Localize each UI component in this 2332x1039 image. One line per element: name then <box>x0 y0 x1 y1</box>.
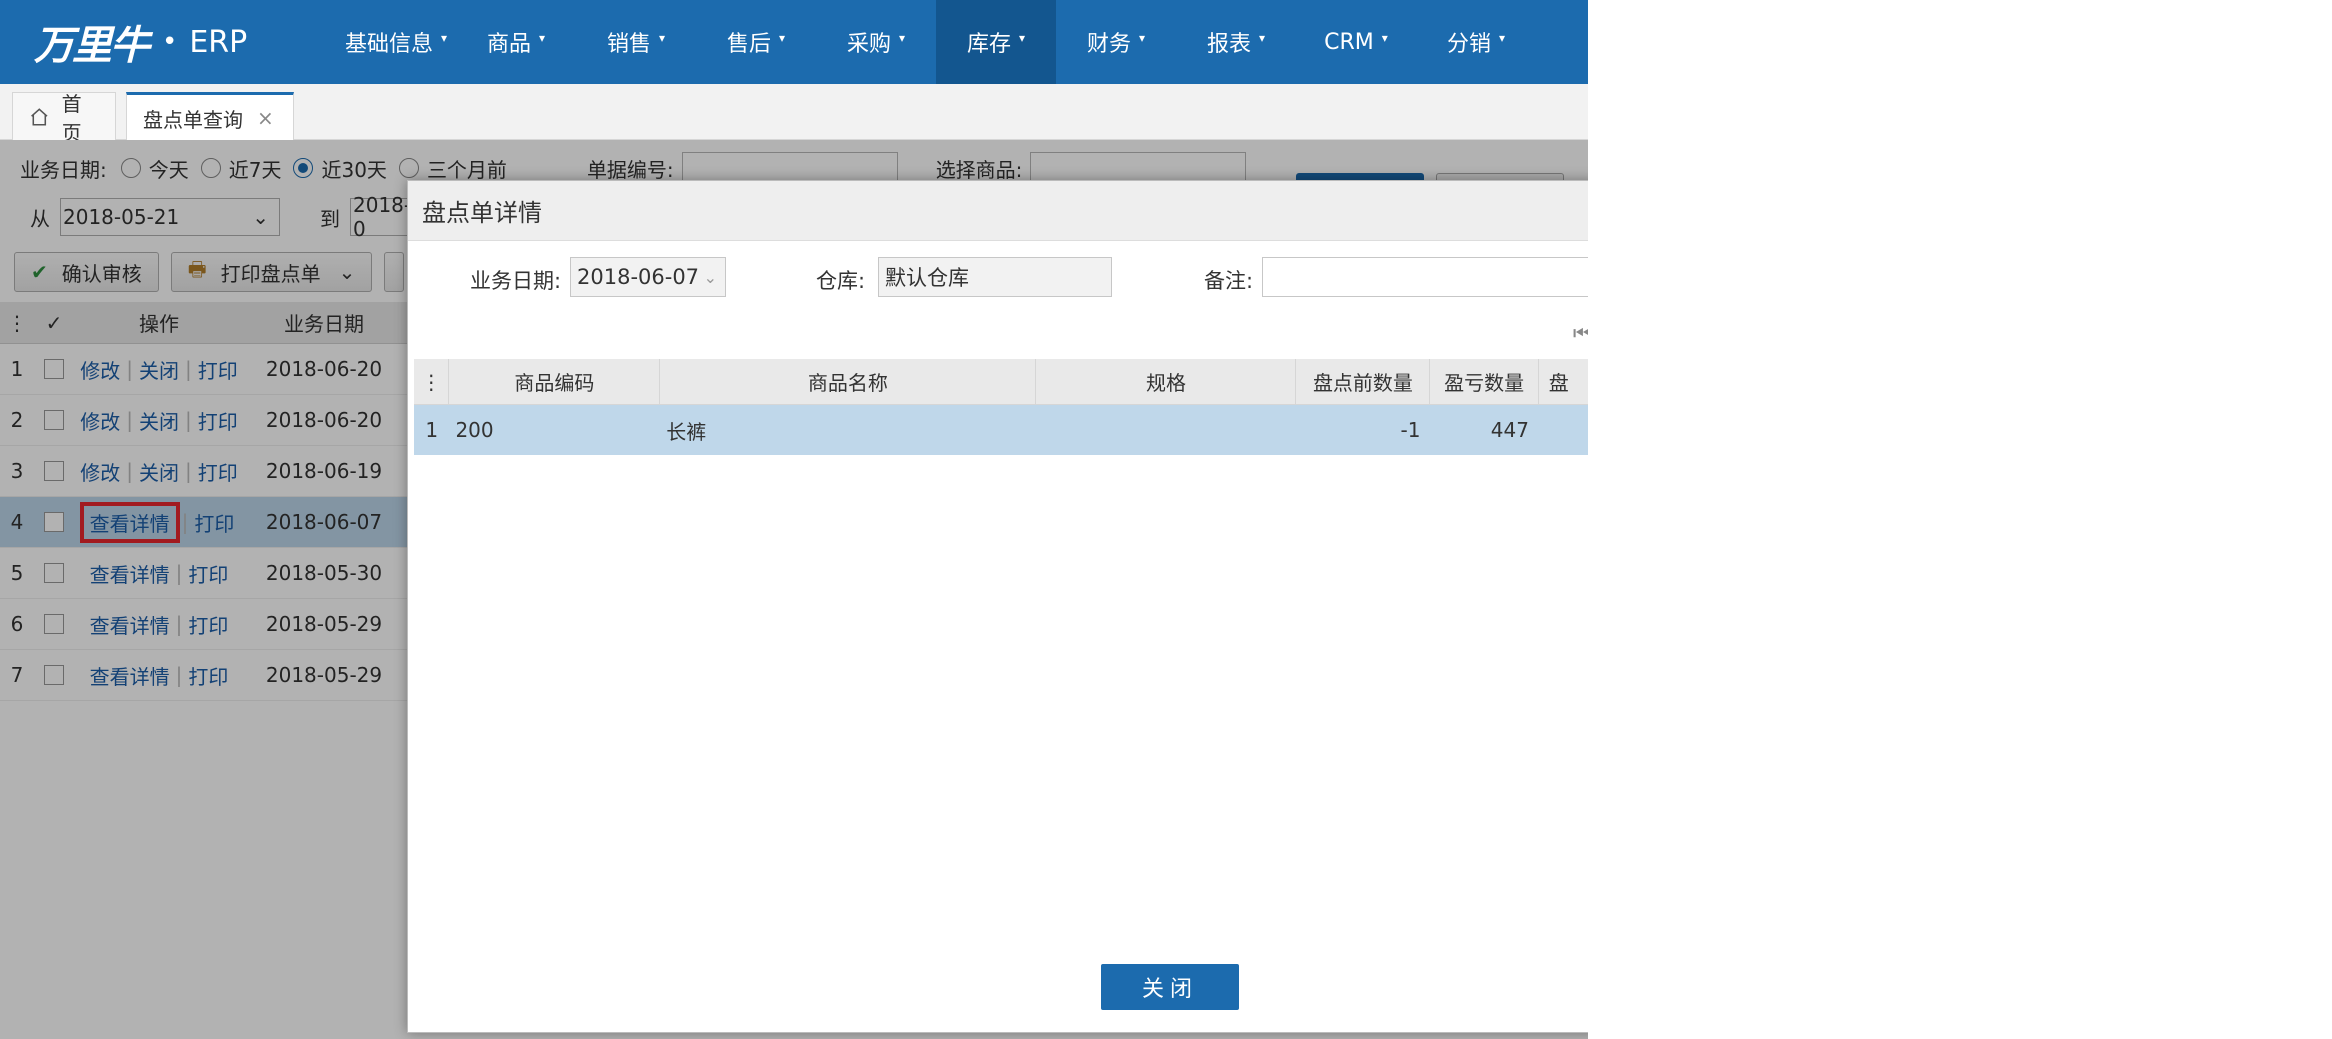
caret-down-icon: ▾ <box>440 31 448 45</box>
caret-down-icon: ▾ <box>1018 31 1026 45</box>
header-code: 商品编码 <box>449 359 661 404</box>
tab-home-label: 首页 <box>61 91 82 145</box>
first-page-icon[interactable]: ⏮ <box>1573 321 1588 345</box>
nav-item-0[interactable]: 基础信息 ▾ <box>336 0 456 84</box>
cell-code: 200 <box>455 418 494 442</box>
tab-current-label: 盘点单查询 <box>143 107 243 132</box>
dialog-column-menu-icon[interactable]: ⋮ <box>414 359 450 404</box>
dialog-warehouse-field[interactable]: 默认仓库 <box>878 257 1112 297</box>
brand-logo[interactable]: 万里牛 • ERP <box>34 12 247 72</box>
dialog-warehouse-label: 仓库: <box>816 269 866 293</box>
dialog-date-label: 业务日期: <box>470 269 562 293</box>
nav-item-label: 售后 <box>726 32 771 57</box>
logo-mark: 万里牛 <box>34 22 150 69</box>
nav-item-label: CRM <box>1324 29 1374 55</box>
nav-item-label: 分销 <box>1446 32 1491 57</box>
caret-down-icon: ▾ <box>778 31 786 45</box>
dialog-title: 盘点单详情 <box>408 181 1588 241</box>
dialog-warehouse-value: 默认仓库 <box>885 266 969 290</box>
cell-before-qty: -1 <box>1400 418 1421 442</box>
logo-text: ERP <box>189 24 248 60</box>
dialog-grid-header: ⋮ 商品编码 商品名称 规格 盘点前数量 盈亏数量 盘 <box>414 359 1588 405</box>
nav-item-label: 库存 <box>966 32 1011 57</box>
nav-item-4[interactable]: 采购 ▾ <box>816 0 936 84</box>
chevron-down-icon: ⌄ <box>703 267 717 287</box>
nav-item-label: 采购 <box>846 32 891 57</box>
nav-item-5[interactable]: 库存 ▾ <box>936 0 1056 84</box>
inventory-detail-dialog: 盘点单详情 业务日期: 2018-06-07 ⌄ 仓库: 默认仓库 备注: ⏮ … <box>407 180 1588 1033</box>
header-before-qty: 盘点前数量 <box>1296 359 1431 404</box>
dialog-date-field[interactable]: 2018-06-07 ⌄ <box>570 257 726 297</box>
header-name: 商品名称 <box>660 359 1037 404</box>
caret-down-icon: ▾ <box>1381 31 1388 45</box>
dialog-date-value: 2018-06-07 <box>577 265 700 289</box>
dialog-grid-body: 1 200 长裤 -1 447 <box>414 405 1588 455</box>
nav-item-8[interactable]: CRM ▾ <box>1296 0 1416 84</box>
nav-item-label: 商品 <box>486 32 531 57</box>
row-index: 1 <box>425 418 439 442</box>
cell-name: 长裤 <box>666 419 707 444</box>
nav-item-6[interactable]: 财务 ▾ <box>1056 0 1176 84</box>
dialog-form: 业务日期: 2018-06-07 ⌄ 仓库: 默认仓库 备注: <box>408 257 1588 301</box>
tab-inventory-query[interactable]: 盘点单查询 × <box>126 92 294 141</box>
nav-item-2[interactable]: 销售 ▾ <box>576 0 696 84</box>
top-navbar: 万里牛 • ERP 基础信息 ▾ 商品 ▾ 销售 ▾ 售后 ▾ 采购 ▾ 库存 ▾ 财务 ▾ 报表 ▾ CRM ▾… <box>0 0 1588 84</box>
nav-item-label: 报表 <box>1206 32 1251 57</box>
caret-down-icon: ▾ <box>1138 31 1146 45</box>
app-root: 万里牛 • ERP 基础信息 ▾ 商品 ▾ 销售 ▾ 售后 ▾ 采购 ▾ 库存 ▾ 财务 ▾ 报表 ▾ CRM ▾… <box>0 0 1588 1039</box>
close-tab-icon[interactable]: × <box>257 106 274 130</box>
caret-down-icon: ▾ <box>538 31 546 45</box>
nav-item-3[interactable]: 售后 ▾ <box>696 0 816 84</box>
table-row[interactable]: 1 200 长裤 -1 447 <box>414 405 1588 455</box>
caret-down-icon: ▾ <box>1498 31 1506 45</box>
cell-spec <box>1036 405 1296 455</box>
nav-item-label: 销售 <box>606 32 651 57</box>
header-pl-qty: 盈亏数量 <box>1430 359 1539 404</box>
nav-item-9[interactable]: 分销 ▾ <box>1416 0 1536 84</box>
logo-dot: • <box>162 27 178 57</box>
main-nav: 基础信息 ▾ 商品 ▾ 销售 ▾ 售后 ▾ 采购 ▾ 库存 ▾ 财务 ▾ 报表 ▾ CRM ▾ 分销 ▾ <box>336 0 1536 84</box>
nav-item-7[interactable]: 报表 ▾ <box>1176 0 1296 84</box>
nav-item-label: 基础信息 <box>344 32 433 57</box>
nav-item-1[interactable]: 商品 ▾ <box>456 0 576 84</box>
close-button[interactable]: 关闭 <box>1101 964 1239 1010</box>
home-icon <box>31 107 48 125</box>
dialog-grid: ⋮ 商品编码 商品名称 规格 盘点前数量 盈亏数量 盘 1 200 长裤 -1 447 <box>414 359 1588 455</box>
caret-down-icon: ▾ <box>898 31 906 45</box>
tab-home[interactable]: 首页 <box>12 92 116 145</box>
caret-down-icon: ▾ <box>658 31 666 45</box>
nav-item-label: 财务 <box>1086 32 1131 57</box>
dialog-note-label: 备注: <box>1204 269 1254 293</box>
header-spec: 规格 <box>1036 359 1297 404</box>
cell-pl-qty: 447 <box>1490 418 1529 442</box>
dialog-note-field[interactable] <box>1262 257 1588 297</box>
cell-more <box>1539 405 1588 455</box>
tab-bar: 首页 盘点单查询 × <box>0 84 1588 145</box>
header-more: 盘 <box>1548 371 1569 395</box>
caret-down-icon: ▾ <box>1258 31 1266 45</box>
